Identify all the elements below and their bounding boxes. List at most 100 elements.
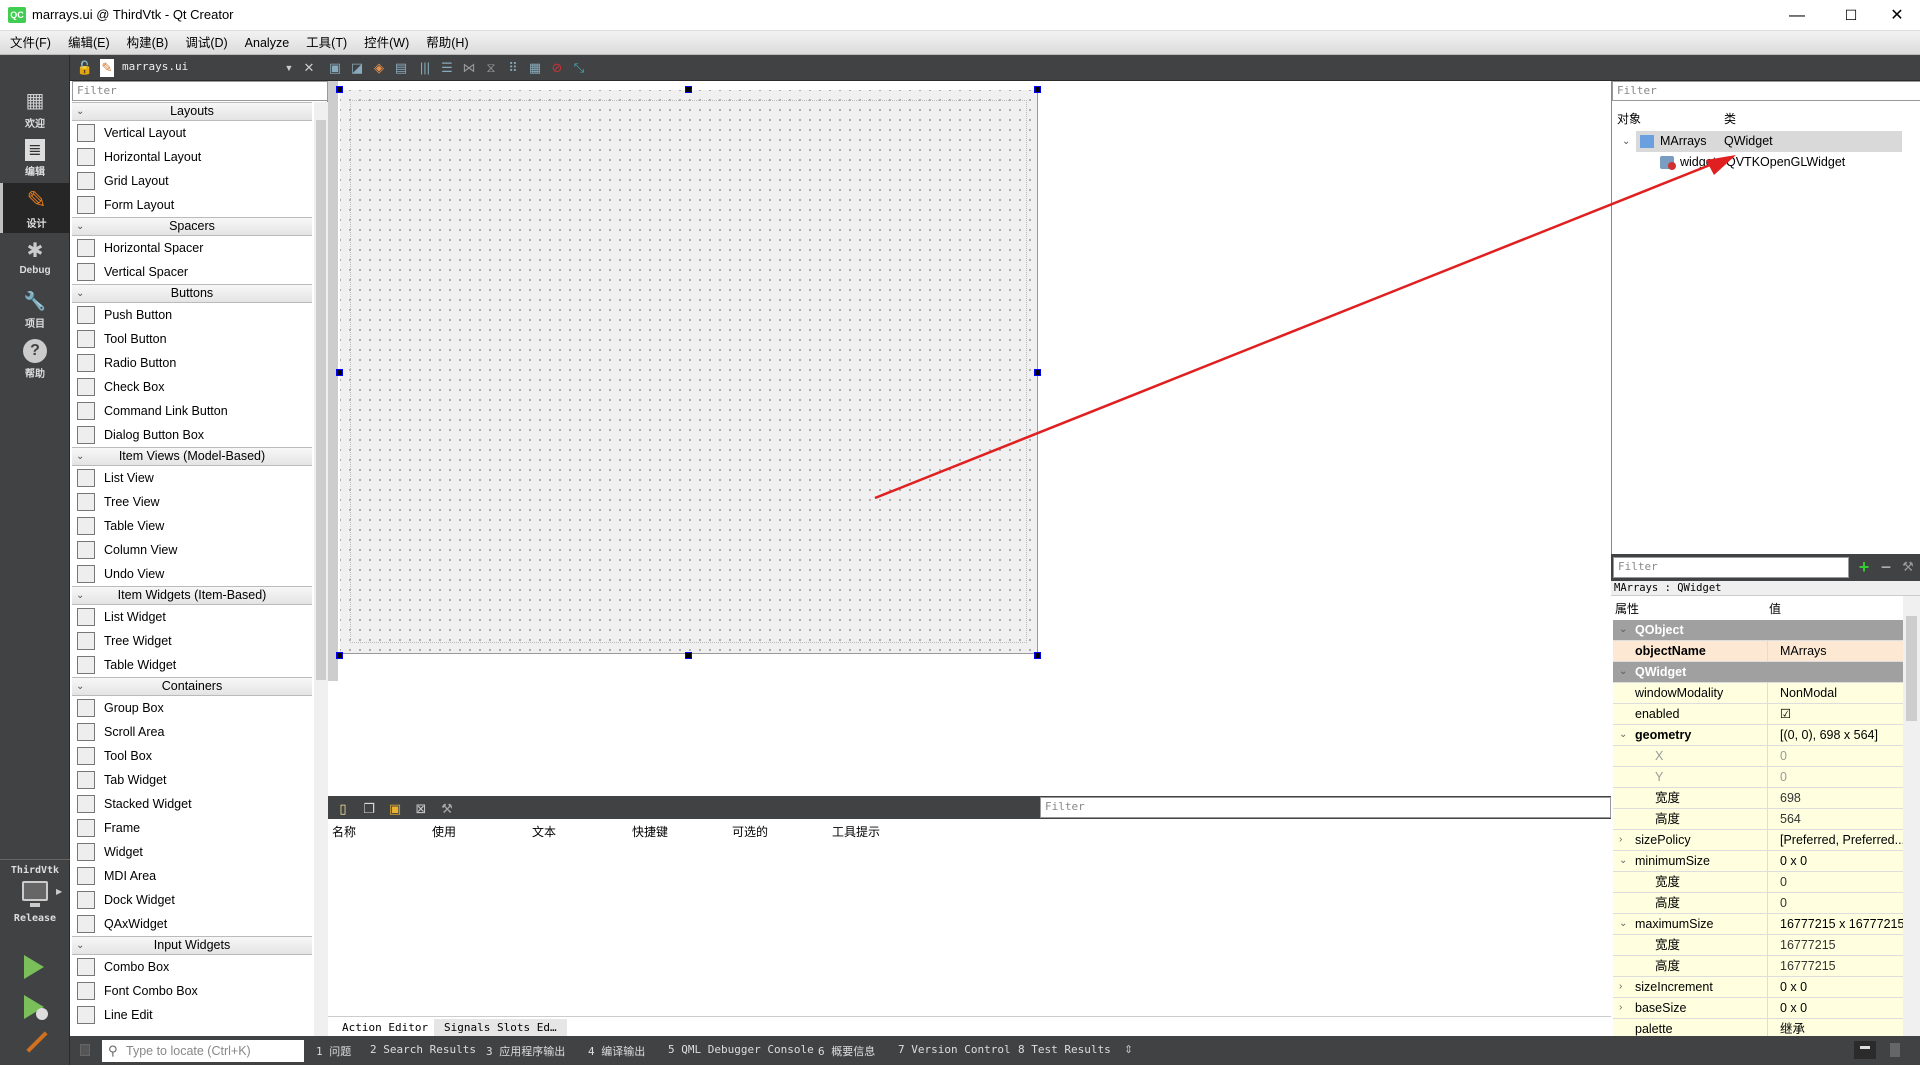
widget-item[interactable]: Check Box: [72, 375, 312, 399]
open-document-name[interactable]: marrays.ui: [122, 60, 188, 73]
widget-item[interactable]: QAxWidget: [72, 912, 312, 936]
property-row[interactable]: Y0: [1613, 767, 1903, 788]
resize-handle[interactable]: [1034, 652, 1041, 659]
property-value[interactable]: 0: [1767, 893, 1903, 913]
property-value[interactable]: 0 x 0: [1767, 851, 1903, 871]
child-widget-placeholder[interactable]: [350, 100, 1027, 643]
widget-item[interactable]: Scroll Area: [72, 720, 312, 744]
widget-item[interactable]: Widget: [72, 840, 312, 864]
widget-item[interactable]: Font Combo Box: [72, 979, 312, 1003]
build-hammer-icon[interactable]: [26, 1031, 48, 1053]
widget-item[interactable]: List Widget: [72, 605, 312, 629]
delete-action-icon[interactable]: ⊠: [412, 800, 430, 818]
layout-h-splitter-icon[interactable]: ⋈: [460, 59, 478, 77]
mode-projects[interactable]: 🔧 项目: [0, 283, 70, 333]
property-value[interactable]: 698: [1767, 788, 1903, 808]
property-row[interactable]: ⌄ maximumSize 16777215 x 16777215: [1613, 914, 1903, 935]
widget-item[interactable]: Dock Widget: [72, 888, 312, 912]
tab-signals-slots-editor[interactable]: Signals Slots Ed…: [434, 1019, 567, 1036]
widget-category-header[interactable]: ⌄ Buttons: [72, 284, 312, 303]
output-pane-button[interactable]: 7 Version Control: [898, 1043, 1011, 1056]
property-row[interactable]: 高度 0: [1613, 893, 1903, 914]
property-value[interactable]: 16777215: [1767, 935, 1903, 955]
menu-build[interactable]: 构建(B): [120, 31, 176, 55]
layout-vertical-icon[interactable]: ☰: [438, 59, 456, 77]
mode-help[interactable]: ? 帮助: [0, 333, 70, 383]
object-filter-input[interactable]: Filter: [1612, 81, 1920, 101]
widget-box-scrollbar[interactable]: [314, 102, 328, 1036]
enabled-checkbox[interactable]: ☑: [1767, 704, 1903, 724]
output-pane-button[interactable]: 1 问题: [316, 1043, 351, 1059]
property-row[interactable]: › sizePolicy [Preferred, Preferred...: [1613, 830, 1903, 851]
menu-edit[interactable]: 编辑(E): [61, 31, 117, 55]
object-inspector-scrollbar[interactable]: [1903, 107, 1920, 554]
layout-horizontal-icon[interactable]: |||: [416, 59, 434, 77]
property-value[interactable]: 16777215: [1767, 956, 1903, 976]
break-layout-icon[interactable]: ⊘: [548, 59, 566, 77]
widget-item[interactable]: Tree View: [72, 490, 312, 514]
chevron-down-icon[interactable]: ⌄: [1619, 914, 1627, 934]
widget-category-header[interactable]: ⌄ Input Widgets: [72, 936, 312, 955]
resize-handle[interactable]: [336, 652, 343, 659]
property-value[interactable]: 0: [1767, 872, 1903, 892]
remove-dynamic-property-icon[interactable]: −: [1877, 558, 1895, 576]
chevron-down-icon[interactable]: ⌄: [1619, 662, 1627, 682]
widget-item[interactable]: Table Widget: [72, 653, 312, 677]
property-row[interactable]: X0: [1613, 746, 1903, 767]
widget-item[interactable]: List View: [72, 466, 312, 490]
widget-item[interactable]: Combo Box: [72, 955, 312, 979]
property-row[interactable]: › baseSize 0 x 0: [1613, 998, 1903, 1019]
widget-item[interactable]: Tool Button: [72, 327, 312, 351]
property-value[interactable]: 0 x 0: [1767, 977, 1903, 997]
property-row[interactable]: 宽度 16777215: [1613, 935, 1903, 956]
property-group-row[interactable]: ⌄ QObject: [1613, 620, 1903, 641]
edit-buddies-icon[interactable]: ◈: [370, 59, 388, 77]
widget-item[interactable]: Tree Widget: [72, 629, 312, 653]
resize-handle[interactable]: [685, 86, 692, 93]
widget-category-header[interactable]: ⌄ Layouts: [72, 102, 312, 121]
property-row[interactable]: 高度 16777215: [1613, 956, 1903, 977]
property-value[interactable]: 564: [1767, 809, 1903, 829]
edit-tab-order-icon[interactable]: ▤: [392, 59, 410, 77]
output-pane-button[interactable]: 6 概要信息: [818, 1043, 875, 1059]
property-value[interactable]: [Preferred, Preferred...: [1767, 830, 1903, 850]
mode-design[interactable]: ✎ 设计: [0, 183, 70, 233]
new-action-icon[interactable]: ▯: [334, 800, 352, 818]
widget-item[interactable]: Dialog Button Box: [72, 423, 312, 447]
column-header[interactable]: 名称: [332, 823, 356, 840]
property-row[interactable]: › sizeIncrement 0 x 0: [1613, 977, 1903, 998]
scrollbar-thumb[interactable]: [316, 120, 326, 680]
output-pane-button[interactable]: 8 Test Results: [1018, 1043, 1111, 1056]
layout-form-icon[interactable]: ⠿: [504, 59, 522, 77]
menu-analyze[interactable]: Analyze: [238, 31, 296, 55]
widget-item[interactable]: Undo View: [72, 562, 312, 586]
widget-category-header[interactable]: ⌄ Spacers: [72, 217, 312, 236]
property-value[interactable]: MArrays: [1767, 641, 1903, 661]
column-header[interactable]: 快捷键: [632, 823, 668, 840]
column-header[interactable]: 属性: [1615, 600, 1639, 617]
property-editor-scrollbar[interactable]: [1903, 596, 1920, 1036]
widget-item[interactable]: Vertical Spacer: [72, 260, 312, 284]
widget-category-header[interactable]: ⌄ Containers: [72, 677, 312, 696]
property-row[interactable]: ⌄ geometry [(0, 0), 698 x 564]: [1613, 725, 1903, 746]
widget-item[interactable]: Horizontal Spacer: [72, 236, 312, 260]
property-row[interactable]: ⌄ minimumSize 0 x 0: [1613, 851, 1903, 872]
output-pane-button[interactable]: 3 应用程序输出: [486, 1043, 565, 1059]
widget-item[interactable]: Column View: [72, 538, 312, 562]
expand-chevron-icon[interactable]: ⌄: [1622, 131, 1630, 152]
document-dropdown-icon[interactable]: ▼: [280, 59, 298, 77]
column-header[interactable]: 值: [1769, 600, 1781, 617]
paste-action-icon[interactable]: ▣: [386, 800, 404, 818]
property-value[interactable]: 0 x 0: [1767, 998, 1903, 1018]
resize-handle[interactable]: [685, 652, 692, 659]
output-pane-button[interactable]: 2 Search Results: [370, 1043, 476, 1056]
layout-v-splitter-icon[interactable]: ⧖: [482, 59, 500, 77]
resize-handle[interactable]: [336, 369, 343, 376]
adjust-size-icon[interactable]: ⤡: [570, 59, 588, 77]
output-pane-button[interactable]: 4 编译输出: [588, 1043, 645, 1059]
resize-handle[interactable]: [1034, 86, 1041, 93]
pane-switcher-icon[interactable]: ⇕: [1124, 1043, 1133, 1056]
maximize-button[interactable]: ☐: [1828, 0, 1874, 31]
tree-row-widget[interactable]: widget QVTKOpenGLWidget: [1660, 152, 1902, 173]
property-row[interactable]: 高度 564: [1613, 809, 1903, 830]
